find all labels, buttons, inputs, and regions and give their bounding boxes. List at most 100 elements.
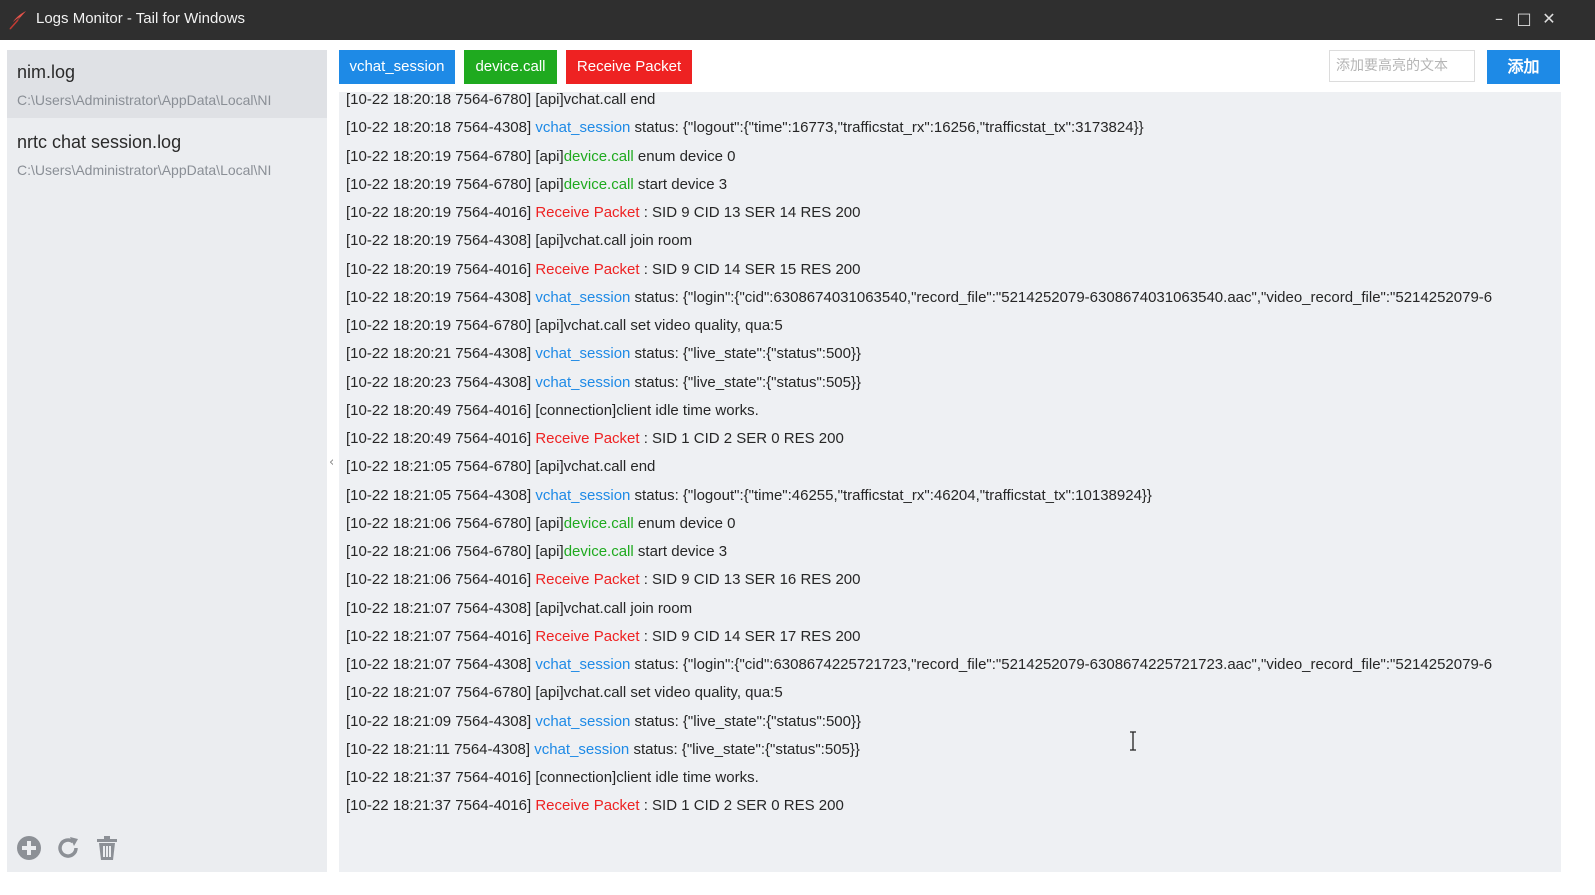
- file-name: nrtc chat session.log: [17, 132, 182, 152]
- log-line-text: [10-22 18:20:19 7564-4016]: [346, 204, 536, 221]
- log-line-text: status: {"login":{"cid":6308674225721723…: [630, 656, 1493, 673]
- log-line: [10-22 18:20:19 7564-6780] [api]device.c…: [346, 171, 1538, 199]
- log-line-text: : SID 9 CID 14 SER 15 RES 200: [639, 260, 861, 278]
- log-line-text: start device 3: [633, 543, 728, 560]
- log-line: [10-22 18:21:05 7564-6780] [api]vchat.ca…: [346, 453, 1538, 481]
- log-highlight: device.call: [563, 543, 634, 560]
- log-line-text: [10-22 18:20:18 7564-4308]: [346, 119, 536, 137]
- log-line-text: [10-22 18:21:37 7564-4016] [connection]c…: [346, 769, 759, 786]
- log-line-text: enum device 0: [633, 514, 736, 532]
- log-line-text: [10-22 18:20:19 7564-6780] [api]: [346, 175, 564, 193]
- log-line-text: [10-22 18:20:21 7564-4308]: [346, 345, 536, 363]
- tag-vchat-session[interactable]: vchat_session: [339, 50, 455, 84]
- log-view[interactable]: [10-22 18:20:18 7564-6780] [api]vchat.ca…: [339, 92, 1561, 872]
- log-line: [10-22 18:20:19 7564-4016] Receive Packe…: [346, 256, 1538, 284]
- log-highlight: Receive Packet: [535, 571, 640, 589]
- file-path: C:\Users\Administrator\AppData\Local\NI: [17, 92, 272, 108]
- log-line: [10-22 18:21:07 7564-4308] [api]vchat.ca…: [346, 595, 1538, 623]
- log-line-text: [10-22 18:21:07 7564-4308] [api]vchat.ca…: [346, 599, 693, 617]
- log-line: [10-22 18:20:49 7564-4016] Receive Packe…: [346, 425, 1538, 453]
- log-line: [10-22 18:21:06 7564-4016] Receive Packe…: [346, 566, 1538, 594]
- file-name: nim.log: [17, 62, 76, 82]
- log-line: [10-22 18:21:07 7564-4016] Receive Packe…: [346, 623, 1538, 651]
- log-line-text: [10-22 18:20:19 7564-4308]: [346, 288, 536, 306]
- window-title: Logs Monitor - Tail for Windows: [36, 10, 245, 27]
- tag-receive-packet[interactable]: Receive Packet: [566, 50, 692, 84]
- log-line-text: [10-22 18:20:18 7564-6780] [api]vchat.ca…: [346, 92, 656, 108]
- log-line-text: : SID 9 CID 13 SER 14 RES 200: [639, 204, 861, 221]
- log-highlight: Receive Packet: [535, 260, 640, 278]
- log-line: [10-22 18:21:37 7564-4016] Receive Packe…: [346, 792, 1538, 820]
- log-line: [10-22 18:21:05 7564-4308] vchat_session…: [346, 482, 1538, 510]
- log-highlight: Receive Packet: [535, 627, 640, 645]
- log-highlight: Receive Packet: [535, 430, 640, 447]
- log-line: [10-22 18:20:23 7564-4308] vchat_session…: [346, 369, 1538, 397]
- log-line: [10-22 18:20:19 7564-6780] [api]vchat.ca…: [346, 312, 1538, 340]
- log-line: [10-22 18:20:19 7564-4308] [api]vchat.ca…: [346, 227, 1538, 255]
- log-line-text: start device 3: [633, 175, 728, 193]
- file-path: C:\Users\Administrator\AppData\Local\NI: [17, 162, 272, 178]
- log-line: [10-22 18:20:19 7564-4308] vchat_session…: [346, 284, 1538, 312]
- log-line-text: status: {"live_state":{"status":500}}: [630, 345, 862, 363]
- log-line-text: : SID 1 CID 2 SER 0 RES 200: [639, 797, 844, 815]
- log-line-text: [10-22 18:20:19 7564-6780] [api]: [346, 147, 564, 165]
- log-line-text: [10-22 18:21:06 7564-4016]: [346, 571, 536, 589]
- log-highlight: vchat_session: [535, 373, 631, 391]
- log-line: [10-22 18:20:19 7564-6780] [api]device.c…: [346, 143, 1538, 171]
- highlight-text-input[interactable]: [1329, 50, 1475, 82]
- log-line-text: [10-22 18:20:19 7564-4016]: [346, 260, 536, 278]
- log-line-text: status: {"logout":{"time":16773,"traffic…: [630, 119, 1144, 137]
- close-button[interactable]: ✕: [1537, 6, 1561, 32]
- log-line: [10-22 18:20:18 7564-6780] [api]vchat.ca…: [346, 92, 1538, 114]
- log-line-text: [10-22 18:21:37 7564-4016]: [346, 797, 536, 815]
- log-line-text: : SID 1 CID 2 SER 0 RES 200: [639, 430, 844, 447]
- highlight-toolbar: vchat_session device.call Receive Packet…: [339, 50, 1561, 86]
- log-line: [10-22 18:21:06 7564-6780] [api]device.c…: [346, 510, 1538, 538]
- add-highlight-button[interactable]: 添加: [1487, 50, 1560, 84]
- text-cursor-icon: [1130, 731, 1136, 751]
- log-highlight: vchat_session: [535, 712, 631, 730]
- log-line: [10-22 18:21:37 7564-4016] [connection]c…: [346, 764, 1538, 792]
- log-line: [10-22 18:20:21 7564-4308] vchat_session…: [346, 340, 1538, 368]
- file-item-nrtc-chat-session-log[interactable]: nrtc chat session.log C:\Users\Administr…: [7, 120, 327, 188]
- collapse-sidebar-handle[interactable]: ‹: [329, 455, 334, 470]
- log-line-text: [10-22 18:21:07 7564-4308]: [346, 656, 536, 673]
- log-line-text: : SID 9 CID 13 SER 16 RES 200: [639, 571, 861, 589]
- log-highlight: vchat_session: [535, 656, 631, 673]
- log-highlight: device.call: [563, 514, 634, 532]
- minimize-button[interactable]: –: [1487, 6, 1511, 32]
- plus-circle-icon[interactable]: [15, 834, 43, 862]
- refresh-icon[interactable]: [54, 834, 82, 862]
- log-line-text: status: {"login":{"cid":6308674031063540…: [630, 288, 1493, 306]
- log-line-text: [10-22 18:21:09 7564-4308]: [346, 712, 536, 730]
- log-line-text: status: {"logout":{"time":46255,"traffic…: [630, 486, 1152, 504]
- log-line-text: [10-22 18:21:06 7564-6780] [api]: [346, 514, 564, 532]
- log-highlight: vchat_session: [535, 288, 631, 306]
- log-line-text: [10-22 18:20:19 7564-6780] [api]vchat.ca…: [346, 317, 783, 334]
- log-lines: [10-22 18:20:18 7564-6780] [api]vchat.ca…: [346, 92, 1538, 821]
- log-line: [10-22 18:21:09 7564-4308] vchat_session…: [346, 708, 1538, 736]
- log-line-text: [10-22 18:21:05 7564-6780] [api]vchat.ca…: [346, 458, 656, 476]
- sidebar-actions: [15, 834, 127, 864]
- log-line-text: [10-22 18:21:07 7564-4016]: [346, 627, 536, 645]
- log-line-text: [10-22 18:20:49 7564-4016] [connection]c…: [346, 401, 759, 419]
- log-line-text: status: {"live_state":{"status":505}}: [630, 373, 862, 391]
- feather-logo-icon: [9, 11, 26, 30]
- log-highlight: vchat_session: [535, 345, 631, 363]
- maximize-button[interactable]: □: [1512, 6, 1536, 32]
- log-highlight: Receive Packet: [535, 204, 640, 221]
- log-line: [10-22 18:21:07 7564-4308] vchat_session…: [346, 651, 1538, 679]
- trash-icon[interactable]: [93, 834, 121, 862]
- tag-device-call[interactable]: device.call: [464, 50, 557, 84]
- file-item-nim-log[interactable]: nim.log C:\Users\Administrator\AppData\L…: [7, 50, 327, 118]
- file-sidebar: nim.log C:\Users\Administrator\AppData\L…: [7, 50, 327, 872]
- log-highlight: Receive Packet: [535, 797, 640, 815]
- log-highlight: device.call: [563, 147, 634, 165]
- log-line-text: [10-22 18:21:05 7564-4308]: [346, 486, 536, 504]
- log-line-text: [10-22 18:21:07 7564-6780] [api]vchat.ca…: [346, 684, 783, 702]
- log-line-text: [10-22 18:20:49 7564-4016]: [346, 430, 536, 447]
- log-line-text: [10-22 18:21:11 7564-4308]: [346, 740, 535, 758]
- title-bar: Logs Monitor - Tail for Windows – □ ✕: [0, 0, 1595, 40]
- log-line-text: status: {"live_state":{"status":500}}: [630, 712, 862, 730]
- log-line: [10-22 18:20:18 7564-4308] vchat_session…: [346, 114, 1538, 142]
